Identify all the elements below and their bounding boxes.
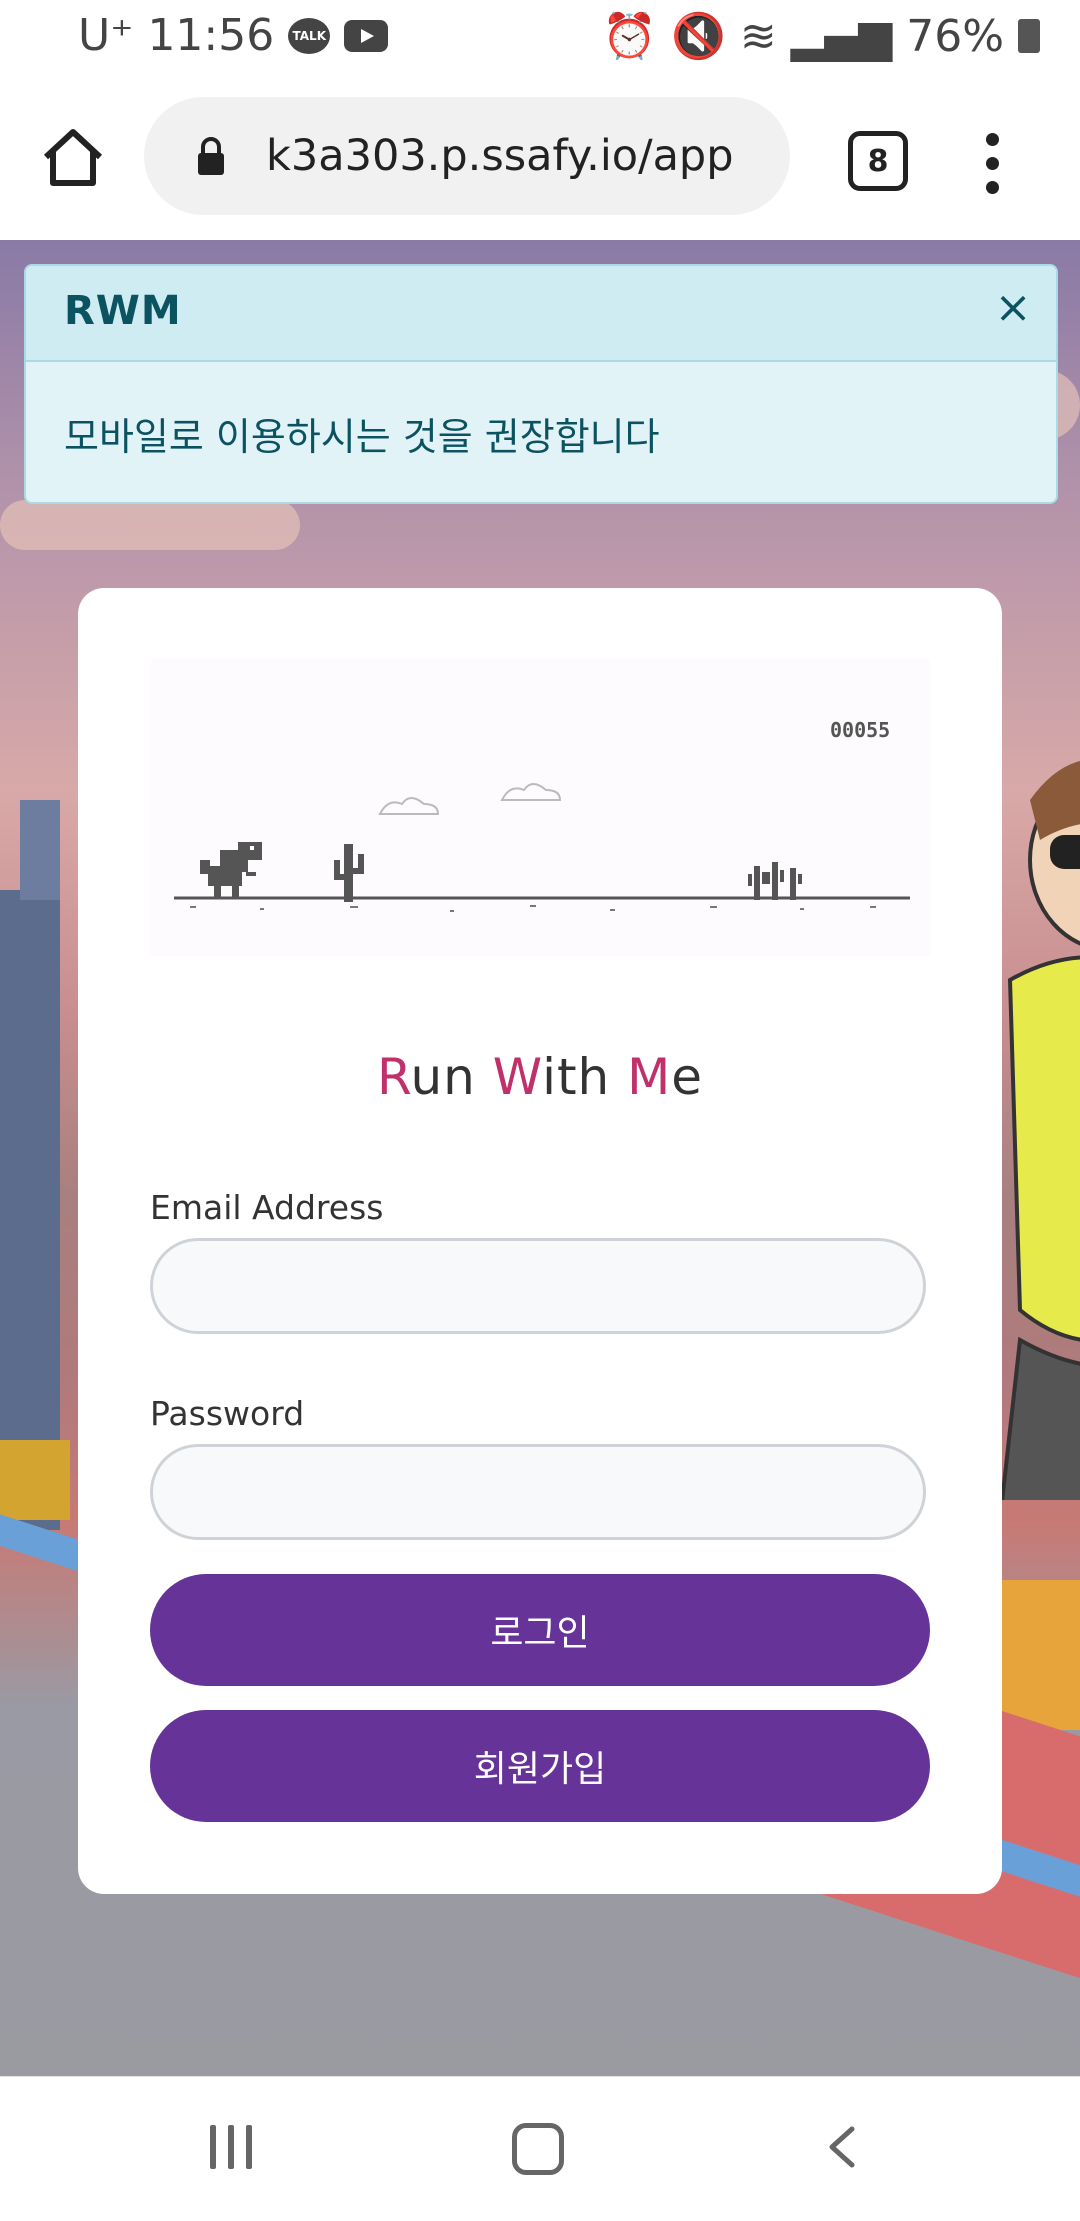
browser-toolbar: k3a303.p.ssafy.io/app 8	[0, 75, 1080, 241]
more-menu-icon[interactable]	[986, 133, 1002, 195]
alert-message: 모바일로 이용하시는 것을 권장합니다	[64, 415, 660, 459]
dino-game-scene	[174, 783, 910, 912]
mute-icon: 🔇	[671, 11, 726, 62]
brand-title: Run With Me	[78, 1048, 1002, 1106]
cactus-group-icon	[748, 862, 802, 900]
back-icon[interactable]	[822, 2125, 862, 2169]
password-input[interactable]	[150, 1444, 926, 1540]
home-button-icon[interactable]	[512, 2123, 564, 2175]
recent-apps-icon[interactable]	[210, 2125, 252, 2169]
brand-text: ith	[542, 1048, 628, 1106]
login-card: 00055 Run With Me Email Address Password…	[78, 588, 1002, 1894]
signal-icon: ▂▄▆	[790, 10, 893, 62]
wifi-icon: ≋	[739, 10, 777, 62]
alert-title: RWM	[64, 288, 182, 334]
runner-illustration	[1000, 761, 1080, 1500]
dino-icon	[200, 842, 262, 898]
brand-letter: M	[627, 1048, 672, 1106]
system-nav-bar	[0, 2076, 1080, 2221]
signup-button[interactable]: 회원가입	[150, 1710, 930, 1822]
cloud-icon	[500, 783, 562, 801]
close-icon[interactable]: ×	[988, 282, 1038, 333]
alert-header: RWM ×	[26, 266, 1056, 362]
dino-game-banner: 00055	[150, 658, 930, 956]
battery-level: 76%	[906, 10, 1004, 62]
home-icon[interactable]	[40, 125, 106, 191]
brand-letter: R	[376, 1048, 411, 1106]
battery-icon	[1018, 19, 1040, 53]
lock-icon	[198, 137, 224, 175]
brand-text: un	[410, 1048, 493, 1106]
address-bar[interactable]: k3a303.p.ssafy.io/app	[144, 97, 790, 215]
tab-switcher-button[interactable]: 8	[848, 131, 908, 191]
email-input[interactable]	[150, 1238, 926, 1334]
brand-letter: W	[492, 1048, 543, 1106]
status-bar: U⁺ 11:56 TALK ⏰ 🔇 ≋ ▂▄▆ 76%	[0, 0, 1080, 75]
clock: 11:56	[147, 10, 275, 61]
cactus-icon	[334, 844, 364, 902]
url-text[interactable]: k3a303.p.ssafy.io/app	[266, 131, 786, 181]
brand-text: e	[671, 1048, 704, 1106]
alarm-icon: ⏰	[602, 11, 658, 62]
carrier-label: U⁺	[78, 10, 134, 61]
password-label: Password	[150, 1394, 305, 1433]
game-score: 00055	[830, 718, 891, 742]
kakaotalk-icon: TALK	[288, 17, 331, 54]
youtube-icon	[344, 19, 389, 52]
login-button[interactable]: 로그인	[150, 1574, 930, 1686]
talk-badge-text: TALK	[292, 28, 327, 43]
recommendation-alert: RWM × 모바일로 이용하시는 것을 권장합니다	[24, 264, 1058, 504]
cloud-icon	[378, 797, 440, 815]
email-label: Email Address	[150, 1188, 384, 1227]
